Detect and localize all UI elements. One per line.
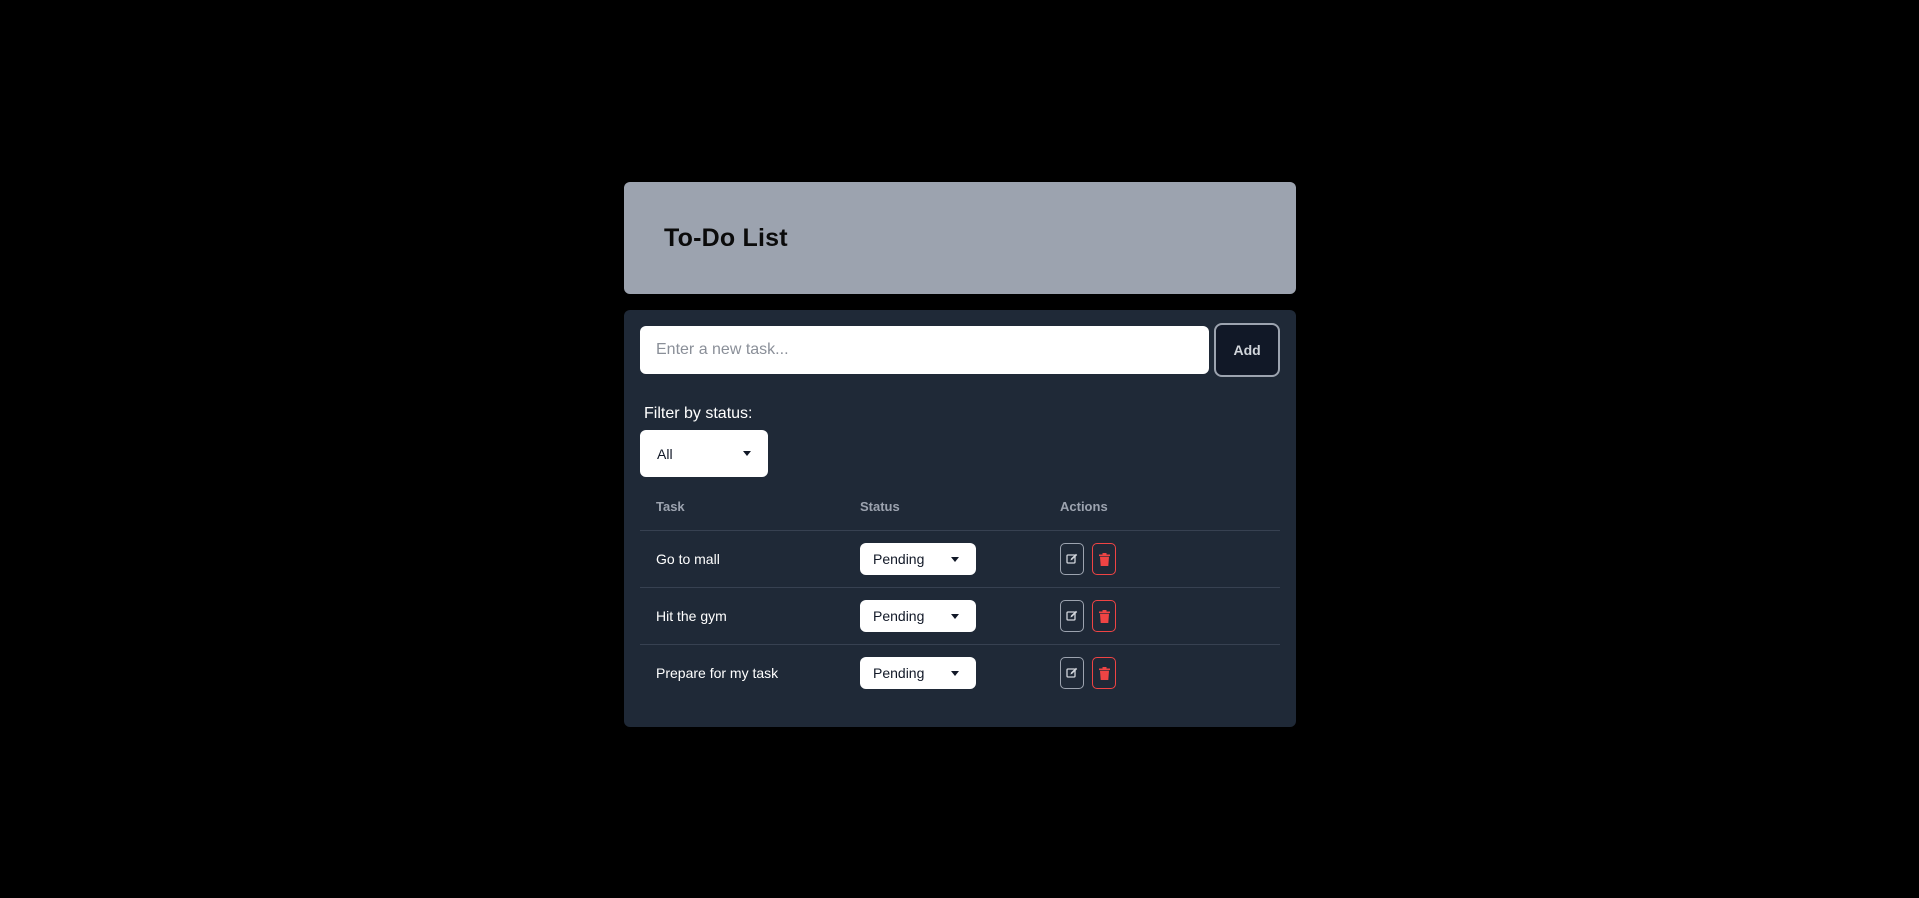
page-title: To-Do List	[664, 223, 788, 252]
trash-icon	[1098, 609, 1110, 623]
delete-task-button[interactable]	[1092, 600, 1116, 632]
edit-icon	[1066, 667, 1078, 678]
chevron-down-icon	[951, 614, 959, 619]
trash-icon	[1098, 666, 1110, 680]
add-button[interactable]: Add	[1214, 323, 1280, 377]
row-actions	[1060, 543, 1280, 575]
row-actions	[1060, 600, 1280, 632]
row-actions	[1060, 657, 1280, 689]
table-row: Hit the gym Pending	[640, 587, 1280, 645]
table-row: Go to mall Pending	[640, 530, 1280, 588]
task-status-select[interactable]: Pending	[860, 657, 976, 689]
edit-task-button[interactable]	[1060, 657, 1084, 689]
task-name: Go to mall	[640, 530, 860, 588]
column-header-status: Status	[860, 499, 1060, 531]
trash-icon	[1098, 552, 1110, 566]
task-name: Hit the gym	[640, 587, 860, 645]
table-header-row: Task Status Actions	[640, 499, 1280, 531]
column-header-task: Task	[640, 499, 860, 531]
filter-label: Filter by status:	[644, 405, 753, 422]
delete-task-button[interactable]	[1092, 543, 1116, 575]
todo-app: To-Do List Add Filter by status: All Tas…	[624, 182, 1296, 727]
add-task-row: Add	[640, 322, 1280, 378]
task-status-value: Pending	[873, 665, 925, 681]
delete-task-button[interactable]	[1092, 657, 1116, 689]
task-status-select[interactable]: Pending	[860, 600, 976, 632]
chevron-down-icon	[951, 671, 959, 676]
edit-task-button[interactable]	[1060, 543, 1084, 575]
task-status-value: Pending	[873, 551, 925, 567]
task-status-value: Pending	[873, 608, 925, 624]
todo-panel: Add Filter by status: All Task Status Ac…	[624, 310, 1296, 727]
task-status-select[interactable]: Pending	[860, 543, 976, 575]
edit-task-button[interactable]	[1060, 600, 1084, 632]
edit-icon	[1066, 553, 1078, 564]
status-filter-value: All	[657, 445, 673, 462]
new-task-input[interactable]	[640, 326, 1210, 374]
task-table: Task Status Actions Go to mall Pending H…	[640, 499, 1280, 701]
task-name: Prepare for my task	[656, 665, 779, 681]
table-row: Prepare for my task Pending	[640, 645, 1280, 702]
column-header-actions: Actions	[1060, 499, 1280, 531]
edit-icon	[1066, 610, 1078, 621]
chevron-down-icon	[951, 557, 959, 562]
chevron-down-icon	[743, 451, 751, 456]
status-filter-select[interactable]: All	[640, 430, 768, 477]
app-header: To-Do List	[624, 182, 1296, 294]
